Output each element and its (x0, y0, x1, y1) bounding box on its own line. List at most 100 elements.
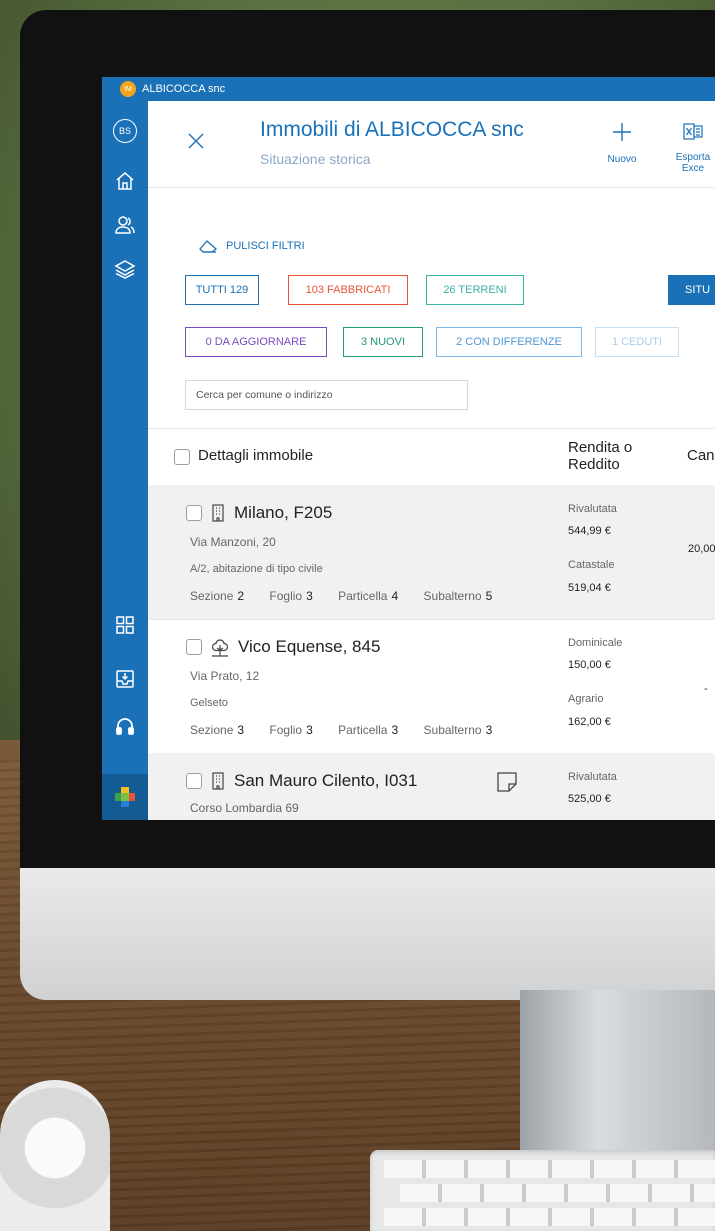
export-excel-button[interactable]: Esporta Exce (663, 121, 715, 174)
app-logo-icon: IM (120, 81, 136, 97)
chip-ceduti[interactable]: 1 CEDUTI (595, 327, 679, 357)
row-title: Milano, F205 (186, 503, 332, 523)
keyboard-keys-row (400, 1184, 715, 1202)
table-row[interactable]: Vico Equense, 845 Via Prato, 12 Gelseto … (148, 619, 715, 754)
col-can-header: Can (687, 447, 715, 464)
keyboard-keys-row (384, 1208, 715, 1226)
table-row[interactable]: Milano, F205 Via Manzoni, 20 A/2, abitaz… (148, 485, 715, 620)
window-titlebar: IM ALBICOCCA snc (102, 77, 715, 101)
particella-label: Particella (338, 589, 388, 603)
sidebar-item-inbox[interactable] (102, 659, 148, 699)
users-icon (115, 216, 135, 234)
rendita-value-1: 544,99 € (568, 525, 611, 537)
subalterno-value: 5 (485, 589, 493, 603)
page-header: Immobili di ALBICOCCA snc Situazione sto… (148, 101, 715, 188)
rendita-label-1: Rivalutata (568, 503, 617, 515)
grid-icon (116, 616, 134, 634)
headset-icon (116, 718, 134, 735)
rendita-value-1: 525,00 € (568, 793, 611, 805)
foglio-value: 3 (306, 723, 313, 737)
new-button-label: Nuovo (607, 154, 637, 165)
row-title: Vico Equense, 845 (186, 637, 380, 657)
col-details-header: Dettagli immobile (198, 447, 314, 464)
can-value: 20,00 (688, 543, 715, 555)
close-icon[interactable] (186, 131, 206, 151)
row-checkbox[interactable] (186, 773, 202, 789)
sezione-label: Sezione (190, 723, 234, 737)
avatar: BS (113, 119, 137, 143)
table-header: Dettagli immobile Rendita o Reddito Can (148, 428, 715, 486)
chip-nuovi[interactable]: 3 NUOVI (343, 327, 423, 357)
row-title-text: San Mauro Cilento, I031 (234, 771, 418, 790)
brand-logo[interactable] (102, 774, 148, 820)
rendita-label-1: Rivalutata (568, 771, 617, 783)
col-rendita-line2: Reddito (568, 456, 620, 473)
chip-fabbricati[interactable]: 103 FABBRICATI (288, 275, 408, 305)
sidebar-item-layers[interactable] (102, 249, 148, 289)
row-meta: Sezione 2 Foglio 3 Particella 4 Subalterno 5 (190, 589, 514, 603)
subalterno-label: Subalterno (423, 589, 482, 603)
export-label-line1: Esporta (675, 152, 711, 163)
sidebar: BS (102, 101, 148, 820)
subalterno-value: 3 (485, 723, 493, 737)
sidebar-item-support[interactable] (102, 707, 148, 747)
foglio-value: 3 (306, 589, 313, 603)
search-input[interactable]: Cerca per comune o indirizzo (185, 380, 468, 410)
rendita-label-1: Dominicale (568, 637, 623, 649)
note-icon[interactable] (496, 771, 518, 793)
app-screen: IM ALBICOCCA snc BS Immobili di ALBICOCC… (102, 77, 715, 820)
row-title-text: Milano, F205 (234, 503, 333, 522)
rendita-value-2: 162,00 € (568, 716, 611, 728)
subalterno-label: Subalterno (423, 723, 482, 737)
col-rendita-header: Rendita o Reddito (568, 439, 632, 473)
monitor-chin (20, 868, 715, 1000)
excel-icon (683, 123, 703, 140)
chip-da-aggiornare[interactable]: 0 DA AGGIORNARE (185, 327, 327, 357)
sezione-label: Sezione (190, 589, 234, 603)
window-title: ALBICOCCA snc (142, 83, 226, 95)
row-address: Via Prato, 12 (190, 669, 260, 683)
sidebar-avatar[interactable]: BS (102, 111, 148, 151)
situazione-button[interactable]: SITU (668, 275, 715, 305)
home-icon (116, 172, 134, 190)
building-icon (212, 772, 224, 790)
sidebar-item-apps[interactable] (102, 605, 148, 645)
particella-value: 4 (391, 589, 399, 603)
tree-icon (211, 639, 229, 657)
page-subtitle: Situazione storica (260, 151, 371, 167)
particella-value: 3 (391, 723, 399, 737)
keyboard (370, 1150, 715, 1231)
rendita-label-2: Agrario (568, 693, 604, 705)
layers-icon (114, 260, 136, 279)
sezione-value: 3 (237, 723, 245, 737)
page-title: Immobili di ALBICOCCA snc (260, 118, 524, 141)
rendita-label-2: Catastale (568, 559, 615, 571)
new-button[interactable]: Nuovo (597, 121, 647, 165)
headphones (0, 1080, 110, 1231)
row-checkbox[interactable] (186, 639, 202, 655)
inbox-icon (116, 670, 134, 688)
chip-con-differenze[interactable]: 2 CON DIFFERENZE (436, 327, 582, 357)
keyboard-keys-row (384, 1160, 715, 1178)
main-content: Immobili di ALBICOCCA snc Situazione sto… (148, 101, 715, 820)
row-type: Gelseto (190, 697, 228, 709)
row-title-text: Vico Equense, 845 (238, 637, 381, 656)
clear-filters-button[interactable]: PULISCI FILTRI (198, 239, 305, 253)
building-icon (212, 504, 224, 522)
row-address: Via Manzoni, 20 (190, 535, 276, 549)
can-value: - (704, 683, 708, 695)
rendita-value-1: 150,00 € (568, 659, 611, 671)
sidebar-item-users[interactable] (102, 205, 148, 245)
row-meta: Sezione 3 Foglio 3 Particella 3 Subalterno 3 (190, 723, 514, 737)
foglio-label: Foglio (269, 589, 303, 603)
row-checkbox[interactable] (186, 505, 202, 521)
export-label-line2: Exce (681, 163, 705, 174)
sidebar-item-home[interactable] (102, 161, 148, 201)
select-all-checkbox[interactable] (174, 449, 190, 465)
table-row[interactable]: San Mauro Cilento, I031 Corso Lombardia … (148, 753, 715, 820)
brand-logo-icon (115, 787, 135, 807)
chip-terreni[interactable]: 26 TERRENI (426, 275, 524, 305)
foglio-label: Foglio (269, 723, 303, 737)
row-address: Corso Lombardia 69 (190, 801, 299, 815)
chip-tutti[interactable]: TUTTI 129 (185, 275, 259, 305)
